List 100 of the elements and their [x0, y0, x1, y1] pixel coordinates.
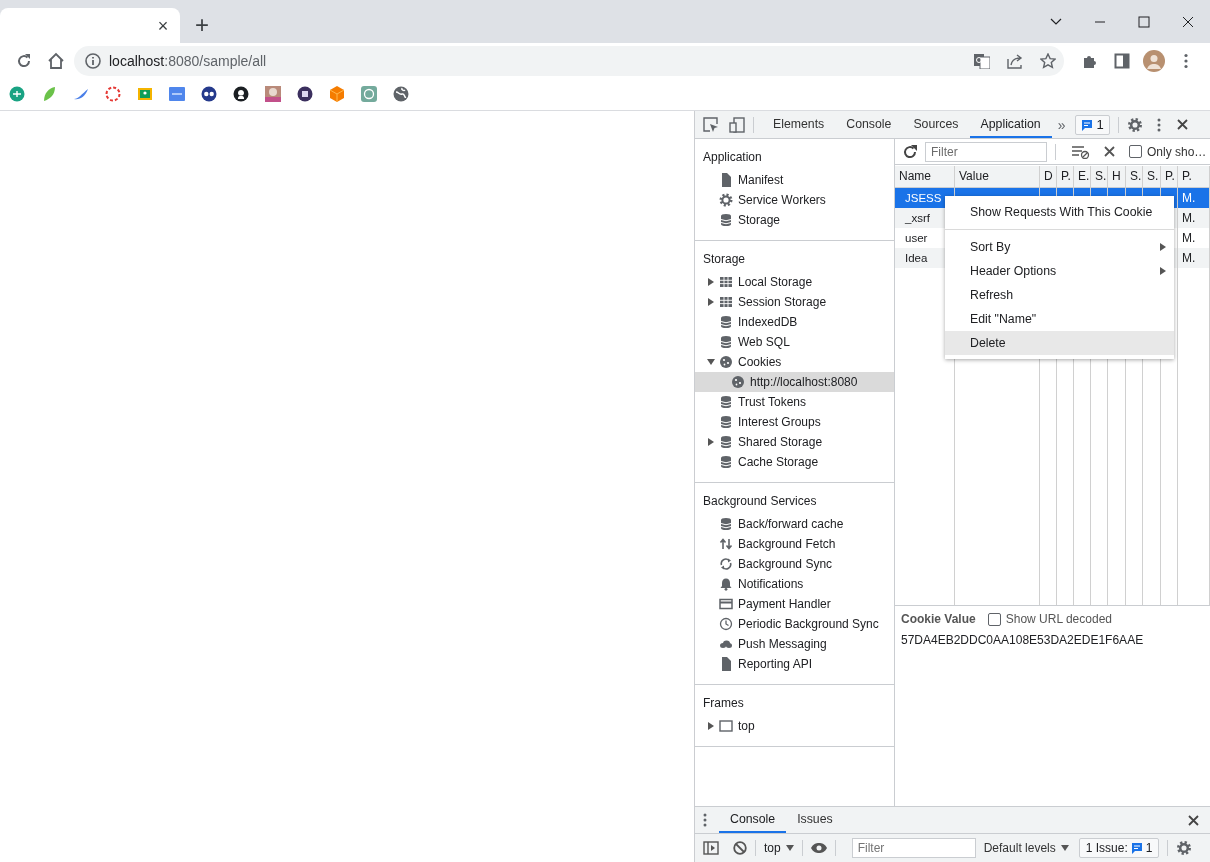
- column-header[interactable]: P.: [1178, 166, 1210, 187]
- browser-tab[interactable]: ×: [0, 8, 180, 43]
- column-header[interactable]: Name: [895, 166, 955, 187]
- issues-button[interactable]: 1: [1075, 114, 1110, 135]
- more-options-icon[interactable]: [703, 813, 707, 827]
- issues-button[interactable]: 1 Issue: 1: [1078, 838, 1160, 858]
- drawer-tab[interactable]: Issues: [786, 807, 844, 833]
- column-header[interactable]: P.: [1057, 166, 1074, 187]
- collapsed-arrow-icon[interactable]: [707, 722, 715, 730]
- sidebar-item[interactable]: Cache Storage: [695, 452, 894, 472]
- sidebar-item[interactable]: Service Workers: [695, 190, 894, 210]
- column-header[interactable]: D: [1040, 166, 1057, 187]
- bookmark-icon[interactable]: [233, 86, 249, 102]
- sidebar-item[interactable]: Session Storage: [695, 292, 894, 312]
- database-icon: [719, 315, 733, 329]
- sidebar-item[interactable]: Push Messaging: [695, 634, 894, 654]
- sidebar-item[interactable]: Storage: [695, 210, 894, 230]
- cookie-icon: [719, 355, 733, 369]
- sidebar-item[interactable]: Payment Handler: [695, 594, 894, 614]
- settings-icon[interactable]: [1176, 840, 1193, 856]
- close-icon[interactable]: [1176, 119, 1188, 130]
- sidebar-item[interactable]: http://localhost:8080: [695, 372, 894, 392]
- sidebar-item[interactable]: Local Storage: [695, 272, 894, 292]
- sidebar-item[interactable]: Shared Storage: [695, 432, 894, 452]
- home-icon[interactable]: [47, 51, 65, 70]
- sidebar-item[interactable]: Web SQL: [695, 332, 894, 352]
- checkbox[interactable]: [987, 612, 1001, 626]
- clock-icon: [719, 617, 733, 631]
- more-tabs-button[interactable]: »: [1051, 116, 1072, 133]
- bookmark-icon[interactable]: [393, 86, 409, 102]
- sidebar-item[interactable]: Reporting API: [695, 654, 894, 674]
- cookie-icon: [731, 375, 745, 389]
- context-dropdown[interactable]: top: [764, 841, 794, 855]
- column-header[interactable]: S.: [1126, 166, 1143, 187]
- checkbox[interactable]: [1129, 145, 1142, 158]
- sidebar-item[interactable]: Background Sync: [695, 554, 894, 574]
- close-tab-button[interactable]: ×: [154, 16, 172, 35]
- sidebar-item[interactable]: Periodic Background Sync: [695, 614, 894, 634]
- eye-icon[interactable]: [810, 842, 827, 854]
- more-options-icon[interactable]: [1156, 117, 1161, 132]
- chevron-down-icon[interactable]: [1050, 17, 1062, 26]
- collapsed-arrow-icon[interactable]: [707, 438, 715, 446]
- collapsed-arrow-icon[interactable]: [707, 298, 715, 306]
- levels-dropdown[interactable]: Default levels: [983, 841, 1069, 855]
- submenu-arrow-icon: [1160, 243, 1166, 251]
- devtools-tab[interactable]: Elements: [762, 111, 836, 138]
- table-icon: [719, 295, 733, 309]
- avatar-icon[interactable]: [1143, 49, 1165, 72]
- inspect-icon[interactable]: [703, 116, 719, 133]
- gear-icon: [719, 193, 733, 207]
- devtools-tab[interactable]: Console: [835, 111, 903, 138]
- menu-item[interactable]: Edit "Name": [945, 307, 1174, 331]
- sidebar-item[interactable]: IndexedDB: [695, 312, 894, 332]
- column-header[interactable]: S.: [1143, 166, 1161, 187]
- close-icon[interactable]: [1182, 15, 1194, 28]
- translate-icon[interactable]: [974, 52, 990, 69]
- card-icon: [719, 597, 733, 611]
- sidebar-item[interactable]: Cookies: [695, 352, 894, 372]
- column-header[interactable]: E.: [1074, 166, 1091, 187]
- info-icon: [85, 52, 101, 69]
- menu-item[interactable]: Refresh: [945, 283, 1174, 307]
- sidebar-item[interactable]: Notifications: [695, 574, 894, 594]
- reload-icon[interactable]: [16, 52, 32, 69]
- database-icon: [719, 335, 733, 349]
- column-header[interactable]: S.: [1091, 166, 1108, 187]
- share-icon[interactable]: [1007, 52, 1023, 69]
- filter-field[interactable]: Filter: [851, 838, 976, 858]
- column-header[interactable]: P.: [1161, 166, 1178, 187]
- device-toolbar-icon[interactable]: [729, 116, 745, 133]
- sidebar-item[interactable]: Manifest: [695, 170, 894, 190]
- maximize-icon[interactable]: [1138, 15, 1150, 28]
- filter-field[interactable]: Filter: [925, 141, 1047, 162]
- devtools-tab[interactable]: Application: [969, 111, 1052, 138]
- close-icon[interactable]: [1188, 814, 1199, 826]
- column-header[interactable]: Value: [955, 166, 1040, 187]
- collapsed-arrow-icon[interactable]: [707, 278, 715, 286]
- clear-filtered-icon[interactable]: [1072, 144, 1090, 159]
- expanded-arrow-icon[interactable]: [707, 358, 715, 366]
- table-cell: M.: [1178, 248, 1210, 268]
- address-bar[interactable]: localhost:8080/sample/all: [74, 45, 1064, 76]
- clear-console-icon[interactable]: [733, 841, 747, 855]
- bookmark-icon[interactable]: [297, 86, 313, 102]
- sidebar-toggle-icon[interactable]: [703, 841, 719, 855]
- side-panel-icon[interactable]: [1114, 52, 1130, 69]
- menu-icon[interactable]: [1184, 52, 1188, 69]
- new-tab-button[interactable]: +: [187, 10, 217, 40]
- column-header[interactable]: H: [1108, 166, 1126, 187]
- menu-item[interactable]: Delete: [945, 331, 1174, 355]
- sidebar-item[interactable]: Background Fetch: [695, 534, 894, 554]
- devtools-tab[interactable]: Sources: [902, 111, 970, 138]
- sidebar-item[interactable]: Back/forward cache: [695, 514, 894, 534]
- database-icon: [719, 517, 733, 531]
- sidebar-item[interactable]: Trust Tokens: [695, 392, 894, 412]
- settings-icon[interactable]: [1126, 116, 1143, 133]
- bookmark-icon[interactable]: [201, 86, 217, 102]
- sidebar-item[interactable]: Interest Groups: [695, 412, 894, 432]
- star-icon[interactable]: [1040, 52, 1056, 69]
- clear-icon[interactable]: [1104, 146, 1115, 157]
- refresh-icon[interactable]: [903, 144, 917, 159]
- sidebar-item[interactable]: top: [695, 716, 894, 736]
